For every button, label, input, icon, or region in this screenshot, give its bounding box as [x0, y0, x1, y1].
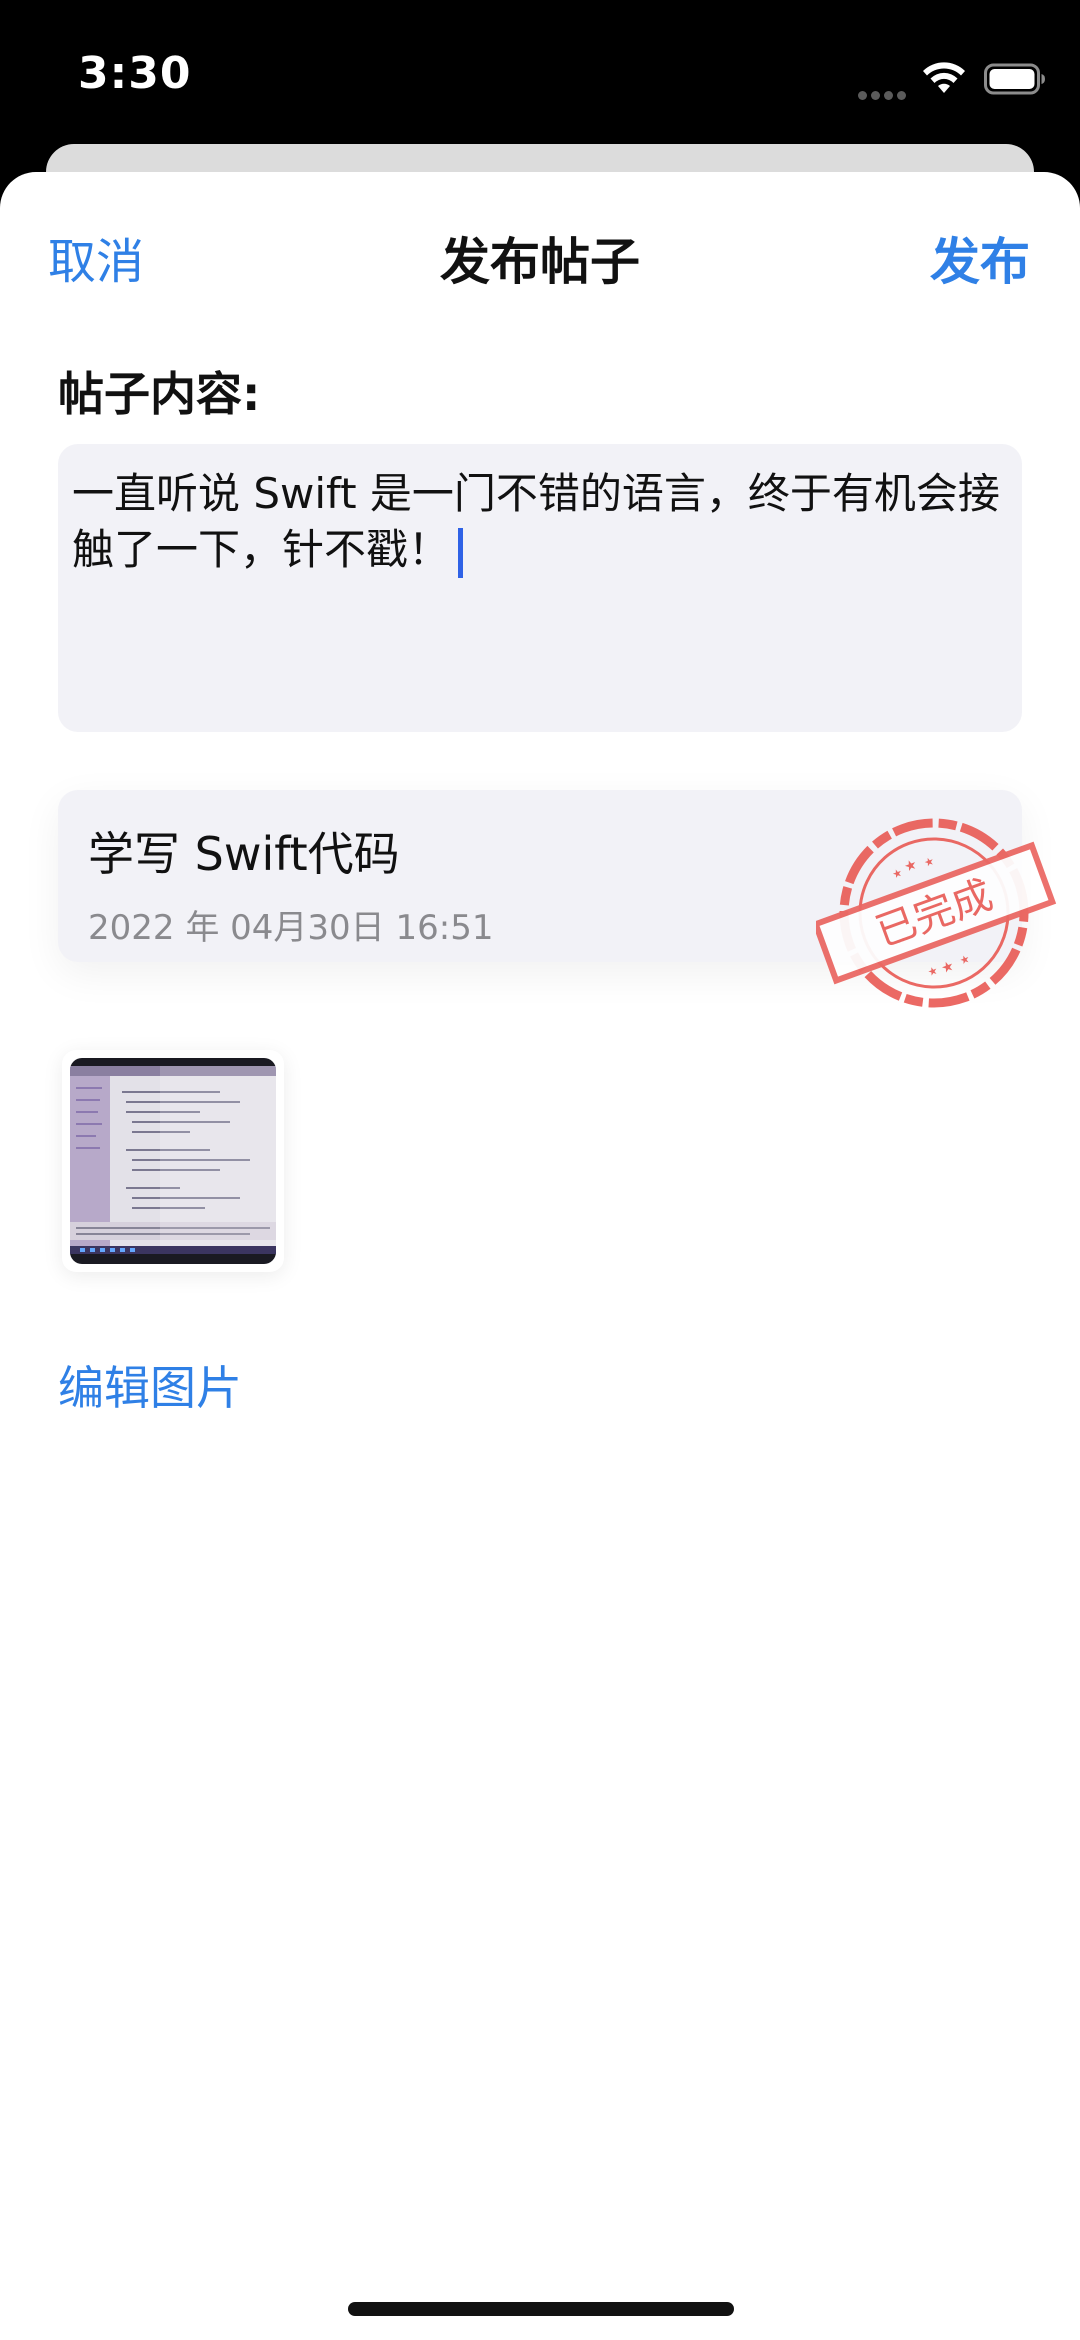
publish-button[interactable]: 发布: [930, 222, 1030, 294]
status-bar: 3:30: [0, 0, 1080, 150]
svg-text:★: ★: [902, 856, 919, 875]
navigation-bar: 取消 发布帖子 发布: [0, 172, 1080, 332]
home-indicator: [348, 2302, 734, 2316]
publish-post-sheet: 取消 发布帖子 发布 帖子内容: 一直听说 Swift 是一门不错的语言，终于有…: [0, 172, 1080, 2340]
post-content-field[interactable]: 一直听说 Swift 是一门不错的语言，终于有机会接触了一下，针不戳！: [58, 444, 1022, 732]
svg-text:★: ★: [890, 866, 904, 882]
svg-text:★: ★: [922, 854, 936, 870]
task-title: 学写 Swift代码: [88, 827, 400, 881]
post-content-label: 帖子内容:: [58, 367, 261, 421]
wifi-icon: [923, 62, 965, 93]
page-title: 发布帖子: [440, 233, 640, 291]
caret-icon: [458, 527, 464, 578]
post-content-text: 一直听说 Swift 是一门不错的语言，终于有机会接触了一下，针不戳！: [72, 469, 1000, 574]
screen: 3:30 取消 发布帖子 发布 帖子内容: 一直听说 Swift 是一门不错的语…: [0, 0, 1080, 2340]
battery-icon: [984, 63, 1045, 95]
svg-text:★: ★: [958, 952, 972, 968]
completed-stamp-icon: ★ ★ ★ ★ ★ ★ 已完成: [816, 818, 1057, 1008]
task-date: 2022 年 04月30日 16:51: [88, 908, 494, 948]
cellular-dots-icon: [858, 85, 910, 104]
svg-text:★: ★: [926, 964, 940, 980]
svg-text:★: ★: [939, 958, 956, 977]
code-screenshot-photo: [70, 1058, 276, 1264]
image-thumbnail[interactable]: [62, 1050, 284, 1272]
status-time: 3:30: [78, 48, 192, 99]
edit-images-button[interactable]: 编辑图片: [58, 1352, 242, 1418]
